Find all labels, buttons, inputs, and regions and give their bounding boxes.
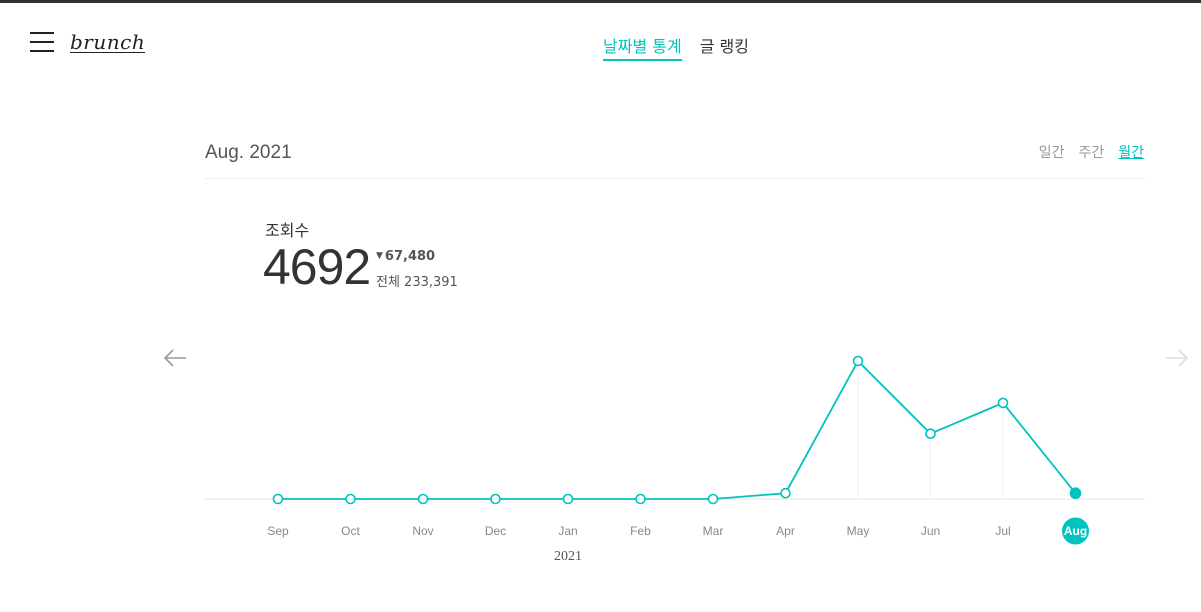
tick-label-feb: Feb (630, 524, 651, 538)
data-point-mar (707, 493, 719, 505)
data-point-dec (490, 493, 501, 505)
tick-label-dec: Dec (485, 524, 506, 538)
data-point-jan (562, 493, 574, 505)
tick-label-jan: Jan (558, 524, 577, 538)
tick-label-aug: Aug (1064, 524, 1087, 538)
data-point-jul (997, 397, 1009, 409)
data-point-apr (780, 487, 791, 499)
tick-label-may: May (847, 524, 870, 538)
data-point-oct (345, 493, 356, 505)
tick-label-mar: Mar (703, 524, 724, 538)
data-point-nov (417, 493, 429, 505)
data-point-may (852, 355, 864, 367)
tick-label-oct: Oct (341, 524, 360, 538)
tick-label-apr: Apr (776, 524, 795, 538)
data-point-feb (635, 493, 646, 505)
tick-label-jul: Jul (995, 524, 1010, 538)
views-line-chart: Sep Oct Nov Dec Jan Feb Mar Apr May Jun Jul Aug (205, 355, 1145, 545)
tick-label-nov: Nov (412, 524, 433, 538)
year-label: 2021 (554, 549, 582, 564)
data-point-jun (925, 428, 936, 439)
tick-label-sep: Sep (267, 524, 289, 538)
series-line (278, 359, 1077, 500)
data-point-aug (1069, 487, 1082, 500)
tick-label-jun: Jun (921, 524, 940, 538)
data-point-sep (272, 493, 284, 505)
